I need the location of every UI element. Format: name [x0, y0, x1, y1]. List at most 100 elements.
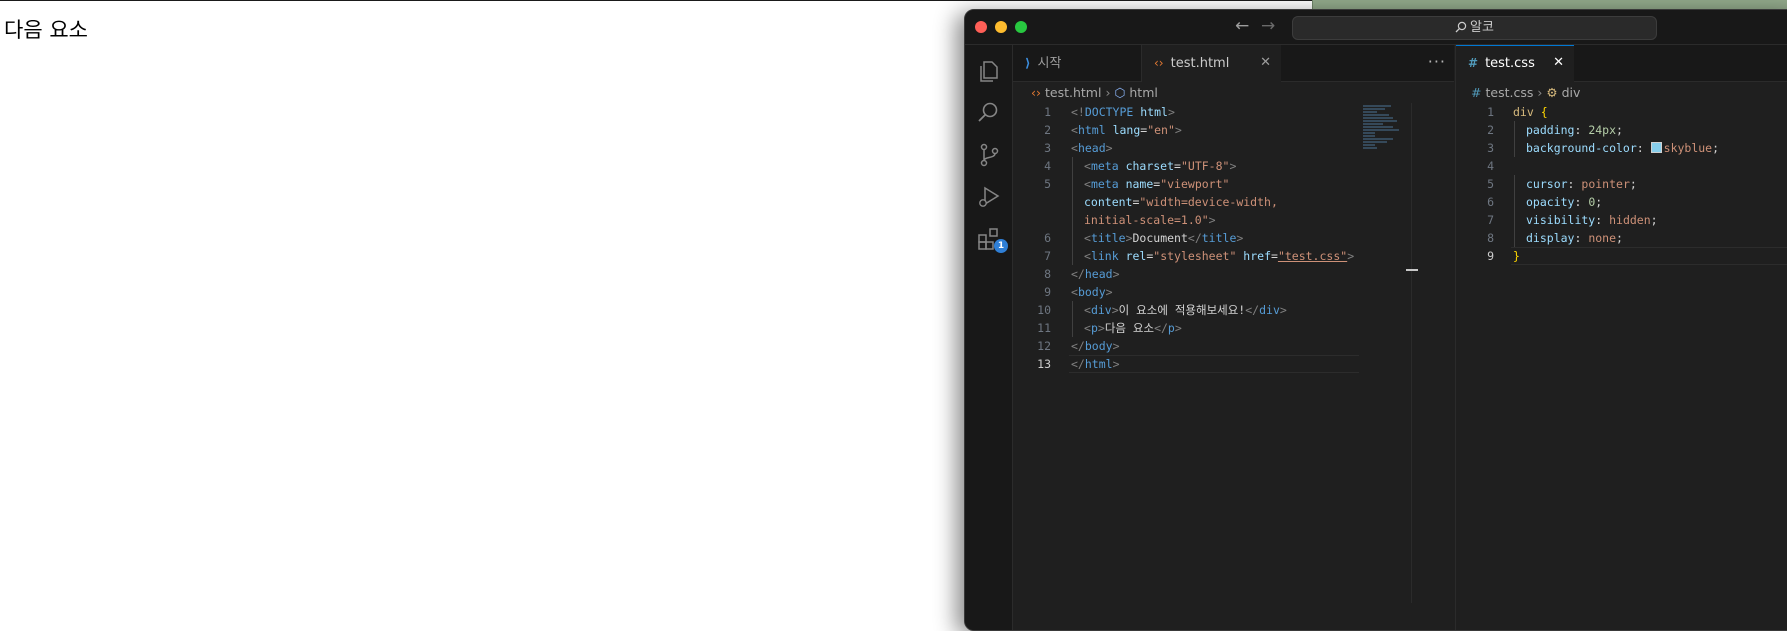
code-line[interactable]: content="width=device-width, — [1013, 193, 1454, 211]
activity-bar: 1 — [965, 45, 1013, 630]
indent-guide — [1072, 247, 1073, 265]
minimap-line — [1363, 141, 1387, 143]
code-token: < — [1084, 159, 1091, 173]
code-token: > — [1174, 123, 1182, 137]
title-bar: ← → 알코 — [965, 10, 1787, 45]
breadcrumb-symbol[interactable]: html — [1129, 85, 1157, 100]
arrow-left-icon[interactable]: ← — [1235, 15, 1249, 37]
code-token: < — [1071, 285, 1078, 299]
search-icon[interactable] — [975, 99, 1003, 127]
breadcrumb-file[interactable]: test.html — [1045, 85, 1101, 100]
code-line[interactable]: 11 <p>다음 요소</p> — [1013, 319, 1454, 337]
code-token: none — [1588, 231, 1617, 245]
code-line[interactable]: 9 <body> — [1013, 283, 1454, 301]
code-token: ; — [1616, 123, 1623, 137]
more-actions-icon[interactable]: ··· — [1428, 45, 1446, 79]
code-token: p — [1167, 321, 1175, 335]
code-token: < — [1084, 177, 1091, 191]
line-number: 3 — [1487, 141, 1494, 155]
code-token: > — [1229, 159, 1237, 173]
minimize-window-button[interactable] — [995, 21, 1007, 33]
code-line[interactable]: 3 <head> — [1013, 139, 1454, 157]
breadcrumb-file[interactable]: test.css — [1485, 85, 1533, 100]
code-token: div — [1513, 105, 1541, 119]
code-line[interactable]: initial-scale=1.0"> — [1013, 211, 1454, 229]
code-token: head — [1077, 141, 1106, 155]
code-token: > — [1174, 321, 1182, 335]
color-swatch[interactable] — [1650, 142, 1662, 153]
code-token: Document — [1132, 231, 1188, 245]
code-token: charset — [1125, 159, 1175, 173]
code-token: > — [1236, 231, 1244, 245]
code-line[interactable]: 7 visibility: hidden; — [1456, 211, 1787, 229]
code-line[interactable]: 5 cursor: pointer; — [1456, 175, 1787, 193]
code-line[interactable]: 5 <meta name="viewport" — [1013, 175, 1454, 193]
code-line[interactable]: 12 </body> — [1013, 337, 1454, 355]
breadcrumb-symbol[interactable]: div — [1562, 85, 1581, 100]
html-code-area[interactable]: 1 <!DOCTYPE html> 2 <html lang="en"> 3 <head>… — [1013, 103, 1454, 373]
code-line[interactable]: 7 <link rel="stylesheet" href="test.css"> — [1013, 247, 1454, 265]
code-line[interactable]: 1 div { — [1456, 103, 1787, 121]
source-control-icon[interactable] — [975, 141, 1003, 169]
close-icon[interactable]: ✕ — [1553, 46, 1564, 80]
code-token: < — [1084, 249, 1091, 263]
code-line[interactable]: 6 opacity: 0; — [1456, 193, 1787, 211]
code-token: < — [1071, 141, 1078, 155]
code-token: < — [1084, 321, 1091, 335]
code-line[interactable]: 2 padding: 24px; — [1456, 121, 1787, 139]
scrollbar-thumb[interactable] — [1406, 269, 1418, 271]
code-token: initial-scale=1.0" — [1084, 213, 1209, 227]
files-icon[interactable] — [975, 57, 1003, 85]
minimap-line — [1363, 105, 1391, 107]
indent-guide — [1072, 193, 1073, 211]
code-line[interactable]: 8 display: none; — [1456, 229, 1787, 247]
code-token: > — [1112, 339, 1120, 353]
extensions-badge: 1 — [994, 239, 1008, 253]
code-token: : — [1574, 195, 1589, 209]
code-line[interactable]: 8 </head> — [1013, 265, 1454, 283]
indent-guide — [1072, 301, 1073, 319]
code-token: div — [1090, 303, 1112, 317]
minimap-line — [1363, 111, 1377, 113]
extensions-icon[interactable]: 1 — [975, 225, 1008, 253]
indent-guide — [1072, 229, 1073, 247]
css-editor-group: # test.css ✕ # test.css › ⚙ div 1 div {2 paddin… — [1455, 45, 1787, 630]
code-line[interactable]: 6 <title>Document</title> — [1013, 229, 1454, 247]
close-icon[interactable]: ✕ — [1260, 45, 1271, 81]
line-number: 4 — [1044, 159, 1051, 173]
tab-test-css[interactable]: # test.css ✕ — [1456, 45, 1574, 82]
code-token: div — [1259, 303, 1280, 317]
code-text: </body> — [1071, 337, 1120, 355]
line-number: 1 — [1044, 105, 1051, 119]
code-line[interactable]: 10 <div>이 요소에 적용해보세요!</div> — [1013, 301, 1454, 319]
minimap[interactable] — [1363, 105, 1403, 149]
code-line[interactable]: 13 </html> — [1013, 355, 1454, 373]
code-line[interactable]: 3 background-color: skyblue; — [1456, 139, 1787, 157]
code-line[interactable]: 9} — [1456, 247, 1787, 265]
indent-guide — [1514, 175, 1515, 193]
minimap-line — [1363, 144, 1375, 146]
code-text: opacity: 0; — [1526, 193, 1602, 211]
tab-test-html[interactable]: ‹› test.html ✕ — [1142, 45, 1281, 82]
close-window-button[interactable] — [975, 21, 987, 33]
line-number: 11 — [1037, 321, 1051, 335]
code-text: <meta name="viewport" — [1084, 175, 1229, 193]
code-token: > — [1208, 213, 1216, 227]
zoom-window-button[interactable] — [1015, 21, 1027, 33]
code-line[interactable]: 4 <meta charset="UTF-8"> — [1013, 157, 1454, 175]
minimap-line — [1363, 117, 1393, 119]
line-number: 13 — [1037, 357, 1051, 371]
run-debug-icon[interactable] — [975, 183, 1003, 211]
code-token: html — [1084, 357, 1113, 371]
browser-top-border — [0, 0, 1312, 1]
code-text: padding: 24px; — [1526, 121, 1623, 139]
code-text: display: none; — [1526, 229, 1623, 247]
indent-guide — [1072, 157, 1073, 175]
css-code-area[interactable]: 1 div {2 padding: 24px; 3 background-color: … — [1456, 103, 1787, 265]
code-text: <!DOCTYPE html> — [1071, 103, 1175, 121]
code-token: "en" — [1147, 123, 1175, 137]
command-center-search[interactable]: 알코 — [1292, 16, 1657, 40]
code-line[interactable]: 4 — [1456, 157, 1787, 175]
arrow-right-icon[interactable]: → — [1261, 15, 1275, 37]
tab-welcome[interactable]: ⟩ 시작 — [1013, 45, 1142, 81]
